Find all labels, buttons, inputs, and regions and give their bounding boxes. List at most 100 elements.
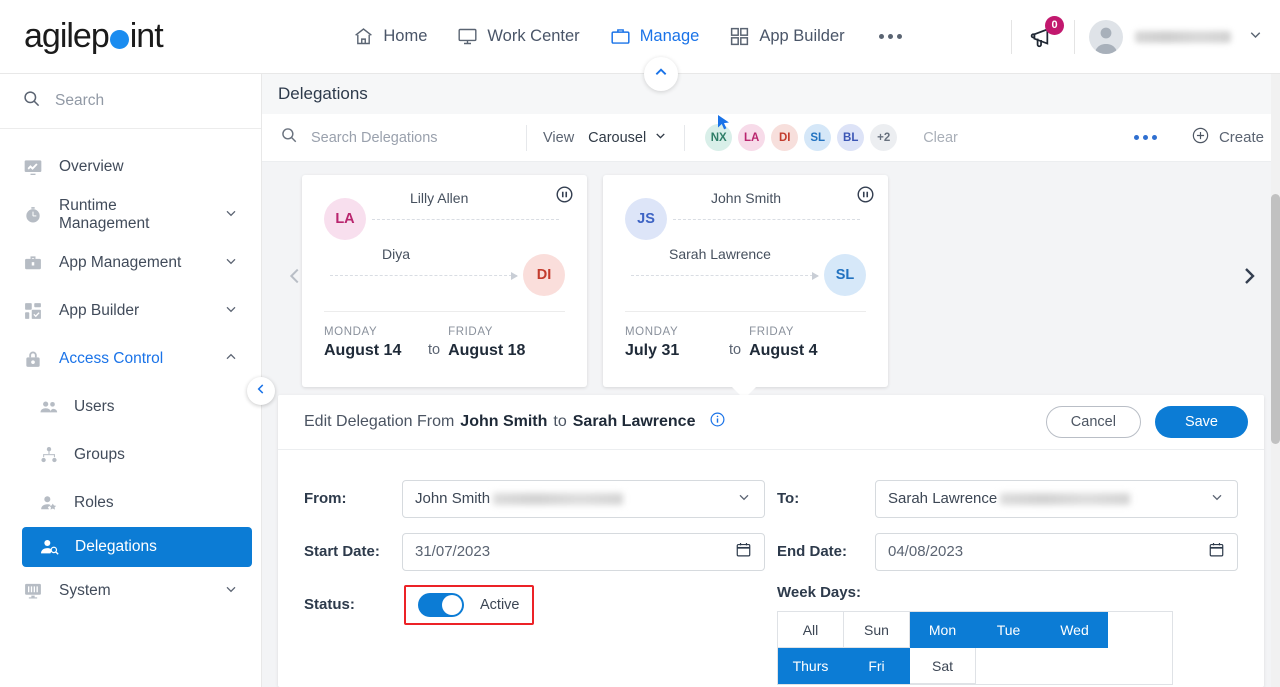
sidebar-item-groups[interactable]: Groups	[0, 431, 261, 479]
page-title: Delegations	[262, 74, 1280, 114]
delegation-card[interactable]: LA Lilly Allen DI Diya MONDAY August 14 …	[302, 175, 587, 387]
nav-item-work-center[interactable]: Work Center	[457, 26, 580, 47]
nav-item-home[interactable]: Home	[353, 26, 427, 47]
edit-panel-title: Edit Delegation From John Smith to Sarah…	[304, 411, 726, 433]
plus-circle-icon	[1191, 126, 1210, 149]
weekday-mon[interactable]: Mon	[910, 612, 976, 648]
weekday-tue[interactable]: Tue	[976, 612, 1042, 648]
chip-initials: DI	[778, 131, 791, 144]
status-value: Active	[480, 596, 520, 613]
sidebar-label-groups: Groups	[74, 446, 125, 463]
form-left-column: From: John Smith Start Date: 31/07/2023 …	[304, 472, 765, 685]
sidebar-label-access-control: Access Control	[59, 350, 164, 367]
logo-text-right: int	[129, 17, 164, 55]
sidebar-label-delegations: Delegations	[75, 538, 157, 555]
from-label: From:	[304, 490, 347, 507]
sidebar-item-runtime-management[interactable]: Runtime Management	[0, 191, 261, 239]
edit-title-to: Sarah Lawrence	[572, 413, 696, 430]
filter-chip-bl[interactable]: BL	[837, 124, 865, 151]
main-content: Delegations Search Delegations View Caro…	[262, 57, 1280, 687]
nav-item-app-builder[interactable]: App Builder	[729, 26, 845, 47]
status-toggle[interactable]	[418, 592, 464, 617]
weekday-fri[interactable]: Fri	[844, 648, 910, 684]
start-date-value: 31/07/2023	[415, 543, 491, 560]
filter-chip-nx[interactable]: NX	[705, 124, 733, 151]
from-value-masked	[493, 492, 624, 505]
sidebar-item-access-control[interactable]: Access Control	[0, 335, 261, 383]
chevron-up-icon[interactable]	[223, 349, 239, 370]
chevron-right-icon	[1237, 264, 1261, 293]
sidebar-item-overview[interactable]: Overview	[0, 143, 261, 191]
save-button[interactable]: Save	[1154, 406, 1248, 438]
weekday-wed[interactable]: Wed	[1042, 612, 1108, 648]
megaphone-icon[interactable]: 0	[1026, 15, 1064, 54]
card-start-dow: MONDAY	[324, 326, 378, 338]
filter-chip-di[interactable]: DI	[771, 124, 799, 151]
to-select[interactable]: Sarah Lawrence	[875, 479, 1238, 518]
cancel-button[interactable]: Cancel	[1045, 406, 1141, 438]
calendar-icon[interactable]	[735, 541, 752, 562]
vertical-scrollbar[interactable]	[1271, 74, 1280, 687]
app-root: agilep int Home Work Center Manage App B…	[0, 0, 1280, 687]
nav-item-manage[interactable]: Manage	[610, 26, 700, 47]
chevron-down-icon[interactable]	[223, 253, 239, 274]
notification-badge: 0	[1045, 15, 1064, 35]
card-from-line	[673, 218, 860, 220]
scrollbar-thumb[interactable]	[1271, 194, 1280, 444]
weekday-thurs[interactable]: Thurs	[778, 648, 844, 684]
search-delegations-input[interactable]: Search Delegations	[280, 126, 510, 149]
sidebar-item-roles[interactable]: Roles	[0, 479, 261, 527]
user-name-label	[1135, 30, 1231, 43]
panel-collapse-button[interactable]	[644, 57, 678, 91]
info-circle-icon[interactable]	[709, 411, 726, 433]
create-delegation-button[interactable]: Create	[1191, 126, 1264, 149]
end-date-input[interactable]: 04/08/2023	[875, 532, 1238, 571]
weekday-all[interactable]: All	[778, 612, 844, 648]
sidebar-label-overview: Overview	[59, 158, 124, 175]
end-date-label: End Date:	[777, 543, 848, 560]
weekday-sat[interactable]: Sat	[910, 648, 976, 684]
chip-initials: LA	[744, 131, 760, 144]
weekday-sun[interactable]: Sun	[844, 612, 910, 648]
delegation-card[interactable]: JS John Smith SL Sarah Lawrence MONDAY J…	[603, 175, 888, 399]
toolbar-more-icon[interactable]	[1133, 135, 1157, 140]
header-right-cluster: 0	[997, 15, 1280, 54]
sidebar-search[interactable]: Search	[0, 74, 261, 129]
view-mode-select[interactable]: Carousel	[588, 128, 668, 147]
nav-label-manage: Manage	[639, 27, 700, 45]
nav-more-icon[interactable]	[875, 34, 906, 39]
sidebar-item-delegations[interactable]: Delegations	[22, 527, 252, 567]
status-highlight-box: Active	[404, 584, 534, 625]
edit-title-prefix: Edit Delegation From	[304, 413, 455, 430]
filter-chip-la[interactable]: LA	[738, 124, 766, 151]
card-to-avatar: DI	[523, 254, 565, 296]
sidebar: Search Overview Runtime Management App M…	[0, 74, 275, 687]
avatar[interactable]	[1089, 19, 1123, 54]
to-value: Sarah Lawrence	[888, 490, 998, 507]
filter-chip-overflow[interactable]: +2	[870, 124, 898, 151]
nav-label-home: Home	[383, 27, 428, 45]
sidebar-search-placeholder: Search	[55, 92, 105, 109]
nav-label-work-center: Work Center	[487, 27, 580, 45]
filter-chip-sl[interactable]: SL	[804, 124, 832, 151]
sidebar-collapse-button[interactable]	[247, 377, 275, 405]
sidebar-item-system[interactable]: System	[0, 567, 261, 615]
start-date-input[interactable]: 31/07/2023	[402, 532, 765, 571]
carousel-next-button[interactable]	[1234, 264, 1264, 294]
clear-filters-button[interactable]: Clear	[923, 130, 958, 146]
sidebar-item-users[interactable]: Users	[0, 383, 261, 431]
chevron-down-icon[interactable]	[223, 301, 239, 322]
user-menu-chevron-down-icon[interactable]	[1247, 26, 1264, 48]
brand-logo[interactable]: agilep int	[0, 17, 262, 56]
sidebar-item-app-builder[interactable]: App Builder	[0, 287, 261, 335]
grid-icon	[729, 26, 750, 47]
form-right-column: To: Sarah Lawrence End Date: 04/08/2023 …	[777, 472, 1238, 685]
calendar-icon[interactable]	[1208, 541, 1225, 562]
chevron-down-icon[interactable]	[223, 581, 239, 602]
card-start-date-col: MONDAY July 31	[625, 326, 729, 360]
from-select[interactable]: John Smith	[402, 479, 765, 518]
sidebar-item-app-management[interactable]: App Management	[0, 239, 261, 287]
create-label: Create	[1218, 129, 1264, 146]
chevron-down-icon[interactable]	[223, 205, 239, 226]
end-date-row: End Date: 04/08/2023	[777, 525, 1238, 578]
